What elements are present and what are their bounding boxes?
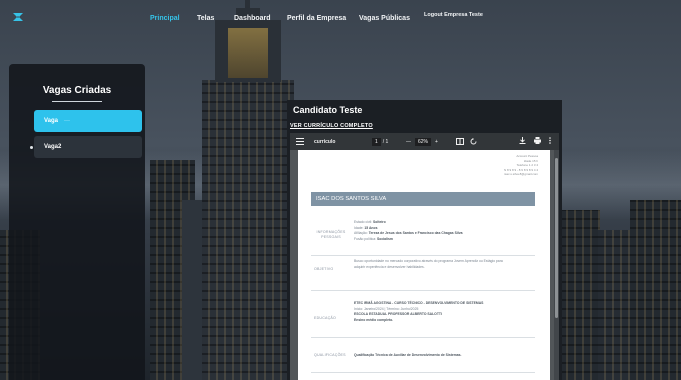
- page-total: / 1: [382, 138, 389, 145]
- divider: [311, 372, 535, 373]
- divider: [311, 290, 535, 291]
- pdf-viewport[interactable]: Account Pessoa Idade 15 h Telefone 1 2 3…: [290, 150, 559, 380]
- contact-block: Account Pessoa Idade 15 h Telefone 1 2 3…: [504, 154, 538, 177]
- nav-dashboard[interactable]: Dashboard: [234, 15, 271, 22]
- logout-link[interactable]: Logout Empresa Teste: [424, 12, 483, 18]
- pdf-file-name: curriculo: [314, 138, 336, 145]
- candidate-panel: Candidato Teste VER CURRÍCULO COMPLETO c…: [287, 100, 562, 380]
- page-number-input[interactable]: 1: [372, 137, 381, 146]
- title-underline: [52, 101, 102, 102]
- job-label: Vaga: [44, 118, 59, 124]
- section-info: Estado civil: Solteiro Idade: 15 Anos Af…: [354, 220, 524, 242]
- section-label-qualifications: QUALIFICAÇÕES: [314, 353, 346, 357]
- print-icon[interactable]: [534, 137, 541, 146]
- view-cv-link[interactable]: VER CURRÍCULO COMPLETO: [290, 123, 373, 129]
- info-line: Fusão política: Socialism: [354, 236, 393, 241]
- zoom-out-button[interactable]: —: [406, 139, 411, 145]
- nav-principal[interactable]: Principal: [150, 15, 180, 22]
- pdf-toolbar: curriculo 1 / 1 — 62% +: [290, 133, 559, 150]
- divider: [311, 337, 535, 338]
- candidate-name: Candidato Teste: [293, 105, 363, 115]
- objective-text: Busco oportunidade no mercado corporativ…: [354, 259, 503, 269]
- sidebar-title: Vagas Criadas: [42, 85, 112, 96]
- section-education: ETEC IRMÃ AGOSTINA - CURSO TÉCNICO - DES…: [354, 301, 524, 323]
- pdf-scrollbar[interactable]: [554, 150, 559, 380]
- nav-vagas-publicas[interactable]: Vagas Públicas: [359, 15, 410, 22]
- sidebar-item-vaga[interactable]: Vaga ···: [34, 110, 142, 132]
- view-tools: [456, 133, 477, 150]
- divider: [311, 255, 535, 256]
- sidebar-item-vaga2[interactable]: Vaga2: [34, 136, 142, 158]
- resume-name: ISAC DOS SANTOS SILVA: [311, 192, 535, 206]
- section-label-objective: OBJETIVO: [314, 267, 334, 271]
- rotate-icon[interactable]: [470, 138, 477, 145]
- nav-telas[interactable]: Telas: [197, 15, 214, 22]
- zoom-in-button[interactable]: +: [435, 139, 438, 145]
- pdf-actions: [519, 133, 559, 150]
- section-label-info: INFORMAÇÕES PESSOAIS: [316, 230, 346, 239]
- page-indicator: 1 / 1: [372, 133, 388, 150]
- education-line: Ensino médio completo.: [354, 317, 394, 322]
- job-suffix: ···: [64, 118, 71, 124]
- nav-perfil-empresa[interactable]: Perfil da Empresa: [287, 15, 346, 22]
- zoom-level-input[interactable]: 62%: [415, 137, 432, 146]
- qualifications-text: Qualificação Técnica de Auxiliar de Dese…: [354, 353, 462, 357]
- bullet-dot: [30, 146, 33, 149]
- scrollbar-thumb[interactable]: [555, 158, 558, 318]
- zoom-controls: — 62% +: [406, 133, 438, 150]
- download-icon[interactable]: [519, 137, 526, 146]
- job-label: Vaga2: [44, 144, 62, 150]
- more-icon[interactable]: [549, 137, 551, 146]
- logo-icon[interactable]: [12, 11, 24, 23]
- fit-page-icon[interactable]: [456, 138, 464, 145]
- top-navbar: Principal Telas Dashboard Perfil da Empr…: [0, 0, 681, 36]
- menu-icon[interactable]: [296, 133, 304, 150]
- section-label-education: EDUCAÇÃO: [314, 316, 336, 320]
- contact-line: isac.s.silva.8@gmail.com: [504, 172, 538, 177]
- resume-page: Account Pessoa Idade 15 h Telefone 1 2 3…: [298, 150, 550, 380]
- sidebar-vagas: Vagas Criadas Vaga ··· Vaga2: [9, 64, 145, 380]
